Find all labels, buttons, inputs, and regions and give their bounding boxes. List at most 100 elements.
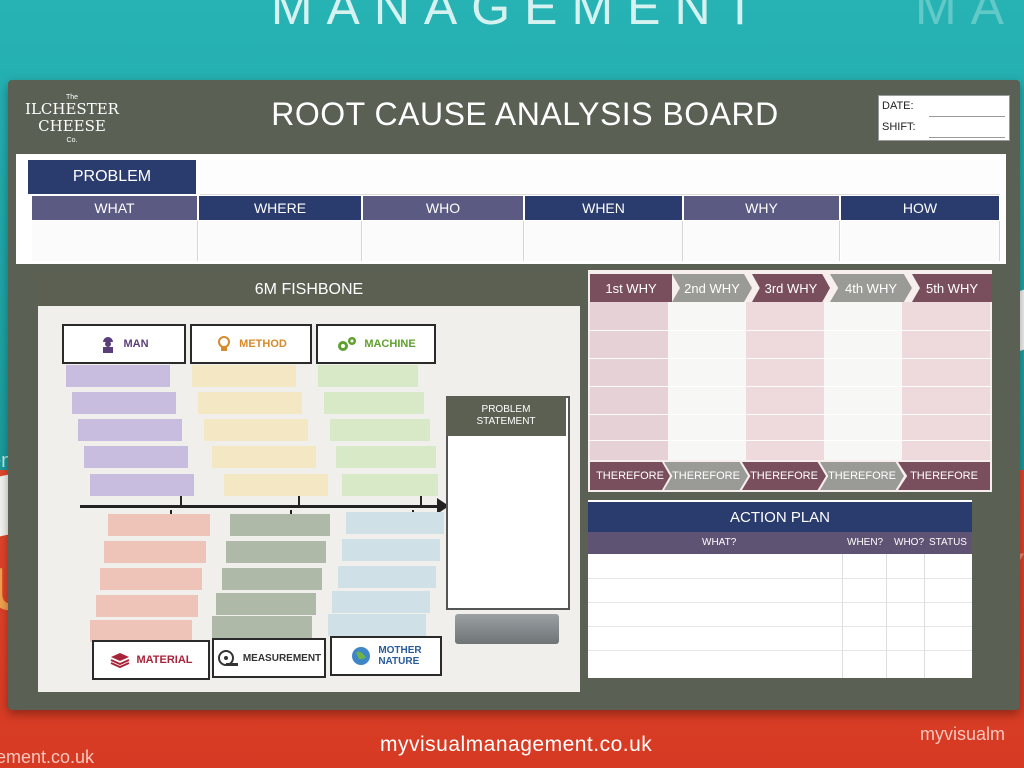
action-plan-title: ACTION PLAN <box>588 502 972 532</box>
logo-line1: ILCHESTER <box>25 100 119 118</box>
sticky-note[interactable] <box>338 566 436 588</box>
sticky-note[interactable] <box>84 446 188 468</box>
action-status-header: STATUS <box>929 537 967 548</box>
what-field[interactable] <box>32 221 198 261</box>
company-logo: The ILCHESTER CHEESE Co. <box>22 92 122 152</box>
sticky-note[interactable] <box>90 620 192 642</box>
problem-field[interactable] <box>200 160 1000 195</box>
why-header-3: 3rd WHY <box>752 274 830 302</box>
column-why: WHY <box>684 196 839 220</box>
sticky-note[interactable] <box>96 595 198 617</box>
sticky-note[interactable] <box>100 568 202 590</box>
sticky-note[interactable] <box>104 541 206 563</box>
problem-label: PROBLEM <box>28 160 196 194</box>
sticky-note[interactable] <box>198 392 302 414</box>
column-what: WHAT <box>32 196 197 220</box>
category-material: MATERIAL <box>92 640 210 680</box>
action-row[interactable] <box>588 650 972 651</box>
sticky-note[interactable] <box>212 616 312 638</box>
wall-url-left: ement.co.uk <box>0 747 95 767</box>
action-column-divider <box>886 554 887 678</box>
why-column-2[interactable] <box>668 302 746 460</box>
column-when: WHEN <box>525 196 682 220</box>
sticky-note[interactable] <box>230 514 330 536</box>
column-where: WHERE <box>199 196 361 220</box>
action-what-header: WHAT? <box>702 537 737 548</box>
shift-field[interactable] <box>929 137 1005 138</box>
why-header-1: 1st WHY <box>590 274 672 302</box>
category-nature-label: NATURE <box>378 656 420 667</box>
sticky-note[interactable] <box>90 474 194 496</box>
sticky-note[interactable] <box>324 392 424 414</box>
therefore-3: THEREFORE <box>742 462 826 490</box>
problem-statement-text: PROBLEM STATEMENT <box>476 404 535 428</box>
shift-label: SHIFT: <box>882 121 916 133</box>
date-label: DATE: <box>882 100 914 112</box>
sticky-note[interactable] <box>108 514 210 536</box>
sticky-note[interactable] <box>192 365 296 387</box>
why-header-2: 2nd WHY <box>672 274 752 302</box>
date-field[interactable] <box>929 116 1005 117</box>
therefore-1: THEREFORE <box>590 462 670 490</box>
board-title: ROOT CAUSE ANALYSIS BOARD <box>271 96 779 132</box>
sticky-note[interactable] <box>346 512 444 534</box>
stack-icon <box>109 651 131 669</box>
when-field[interactable] <box>525 221 683 261</box>
who-field[interactable] <box>363 221 524 261</box>
where-field[interactable] <box>199 221 362 261</box>
sticky-note[interactable] <box>204 419 308 441</box>
why-row-line <box>588 358 992 359</box>
sticky-note[interactable] <box>212 446 316 468</box>
action-row[interactable] <box>588 602 972 603</box>
sticky-note[interactable] <box>222 568 322 590</box>
category-man-label: MAN <box>123 338 149 350</box>
category-measurement: MEASUREMENT <box>212 638 326 678</box>
why-field[interactable] <box>684 221 840 261</box>
logo-co: Co. <box>66 137 78 144</box>
sticky-note[interactable] <box>332 591 430 613</box>
fishbone-spine <box>80 505 440 508</box>
why-column-1[interactable] <box>590 302 668 460</box>
action-row[interactable] <box>588 578 972 579</box>
sticky-note[interactable] <box>224 474 328 496</box>
sticky-note[interactable] <box>318 365 418 387</box>
date-shift-box: DATE: SHIFT: <box>878 95 1010 141</box>
sticky-note[interactable] <box>72 392 176 414</box>
action-row[interactable] <box>588 626 972 627</box>
why-row-line <box>588 386 992 387</box>
sticky-note[interactable] <box>330 419 430 441</box>
category-machine: MACHINE <box>316 324 436 364</box>
category-material-label: MATERIAL <box>136 654 193 666</box>
sticky-note[interactable] <box>328 614 426 636</box>
wall-url-right: myvisualm <box>920 724 1006 744</box>
wall-url: myvisualmanagement.co.uk <box>380 733 653 756</box>
why-column-5[interactable] <box>902 302 990 460</box>
sticky-note[interactable] <box>78 419 182 441</box>
category-man: MAN <box>62 324 186 364</box>
how-field[interactable] <box>841 221 1000 261</box>
sticky-note[interactable] <box>66 365 170 387</box>
why-column-4[interactable] <box>824 302 902 460</box>
category-machine-label: MACHINE <box>364 338 416 350</box>
bone-tick <box>420 496 422 506</box>
sticky-note[interactable] <box>342 474 438 496</box>
why-column-3[interactable] <box>746 302 824 460</box>
action-who-header: WHO? <box>894 537 924 548</box>
worker-icon <box>99 335 117 353</box>
sticky-note[interactable] <box>226 541 326 563</box>
logo-line2: CHEESE <box>38 117 106 135</box>
sticky-note[interactable] <box>336 446 436 468</box>
wall-banner-text: MANAGEMENT <box>270 0 770 35</box>
globe-icon <box>350 645 372 667</box>
action-when-header: WHEN? <box>847 537 884 548</box>
wall-banner-right: MA <box>915 0 1018 35</box>
category-mother-nature: MOTHER NATURE <box>330 636 442 676</box>
sticky-note[interactable] <box>216 593 316 615</box>
why-row-line <box>588 440 992 441</box>
therefore-4: THEREFORE <box>820 462 904 490</box>
sticky-note[interactable] <box>342 539 440 561</box>
category-method: METHOD <box>190 324 312 364</box>
category-measurement-label: MEASUREMENT <box>242 652 322 664</box>
marker-tray <box>455 614 559 644</box>
category-mother-label: MOTHER <box>378 645 422 656</box>
